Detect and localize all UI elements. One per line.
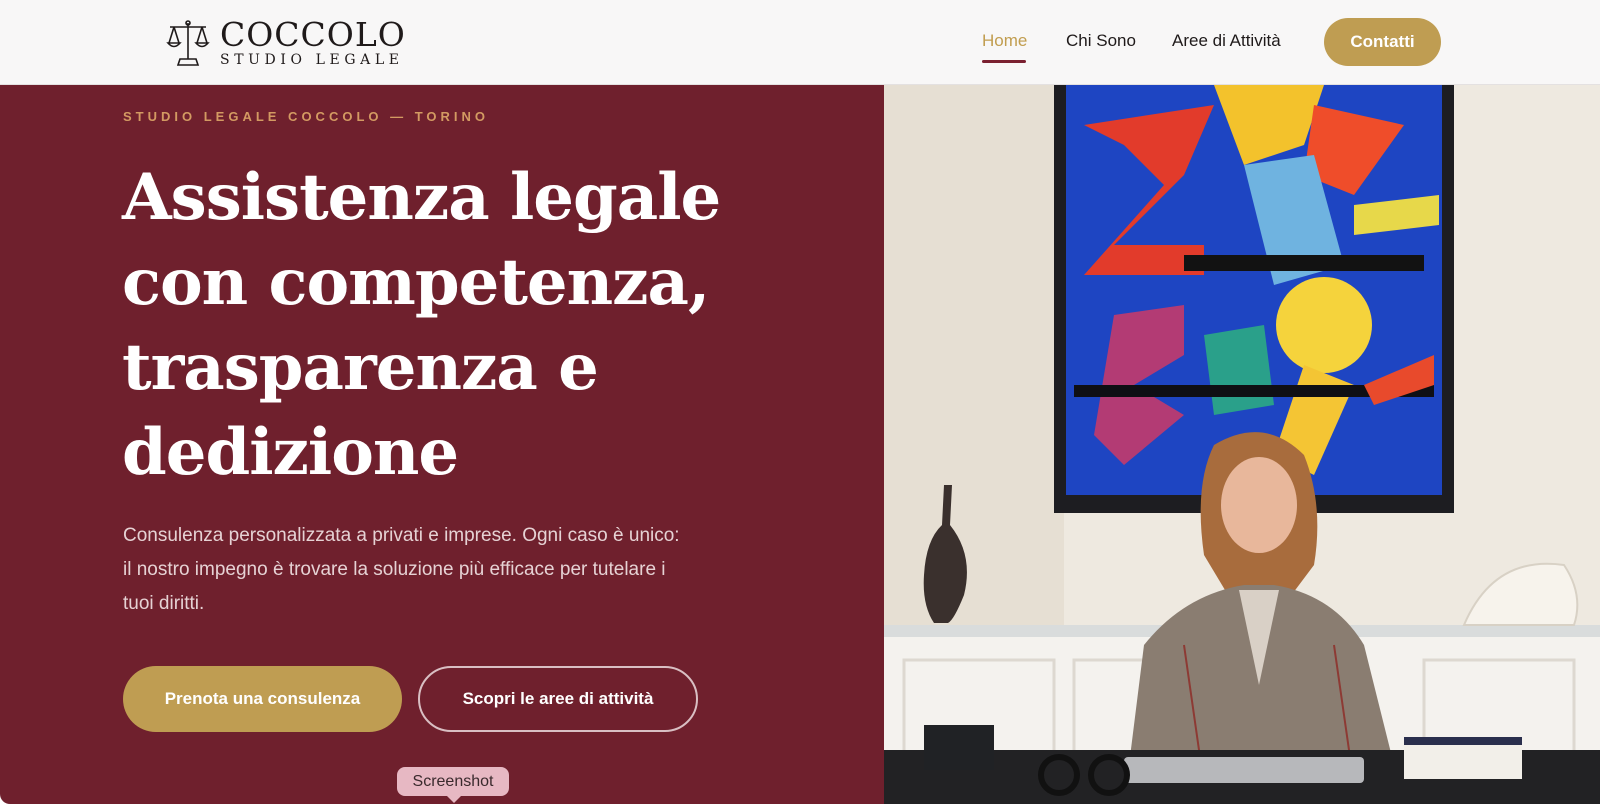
book-consultation-button[interactable]: Prenota una consulenza <box>123 666 402 732</box>
logo[interactable]: COCCOLO STUDIO LEGALE <box>166 18 406 68</box>
nav-active-indicator <box>982 60 1026 63</box>
nav-item-chi-sono[interactable]: Chi Sono <box>1066 31 1136 51</box>
lawyer-office-portrait <box>884 85 1600 804</box>
scales-of-justice-icon <box>166 20 210 66</box>
logo-name: COCCOLO <box>220 15 406 54</box>
hero-headline: Assistenza legale con competenza, traspa… <box>122 160 721 490</box>
hero-eyebrow: STUDIO LEGALE COCCOLO — TORINO <box>123 109 490 124</box>
screenshot-tooltip: Screenshot <box>397 767 509 803</box>
hero-image <box>884 85 1600 804</box>
nav-item-aree-di-attivita[interactable]: Aree di Attività <box>1172 31 1281 51</box>
hero-content: STUDIO LEGALE COCCOLO — TORINO Assistenz… <box>0 85 884 804</box>
nav-item-home[interactable]: Home <box>982 31 1027 51</box>
practice-areas-button[interactable]: Scopri le aree di attività <box>418 666 698 732</box>
logo-subtitle: STUDIO LEGALE <box>220 52 404 68</box>
site-header: COCCOLO STUDIO LEGALE Home Chi Sono Aree… <box>0 0 1600 85</box>
contatti-button[interactable]: Contatti <box>1324 18 1441 66</box>
hero-lead: Consulenza personalizzata a privati e im… <box>123 525 680 614</box>
